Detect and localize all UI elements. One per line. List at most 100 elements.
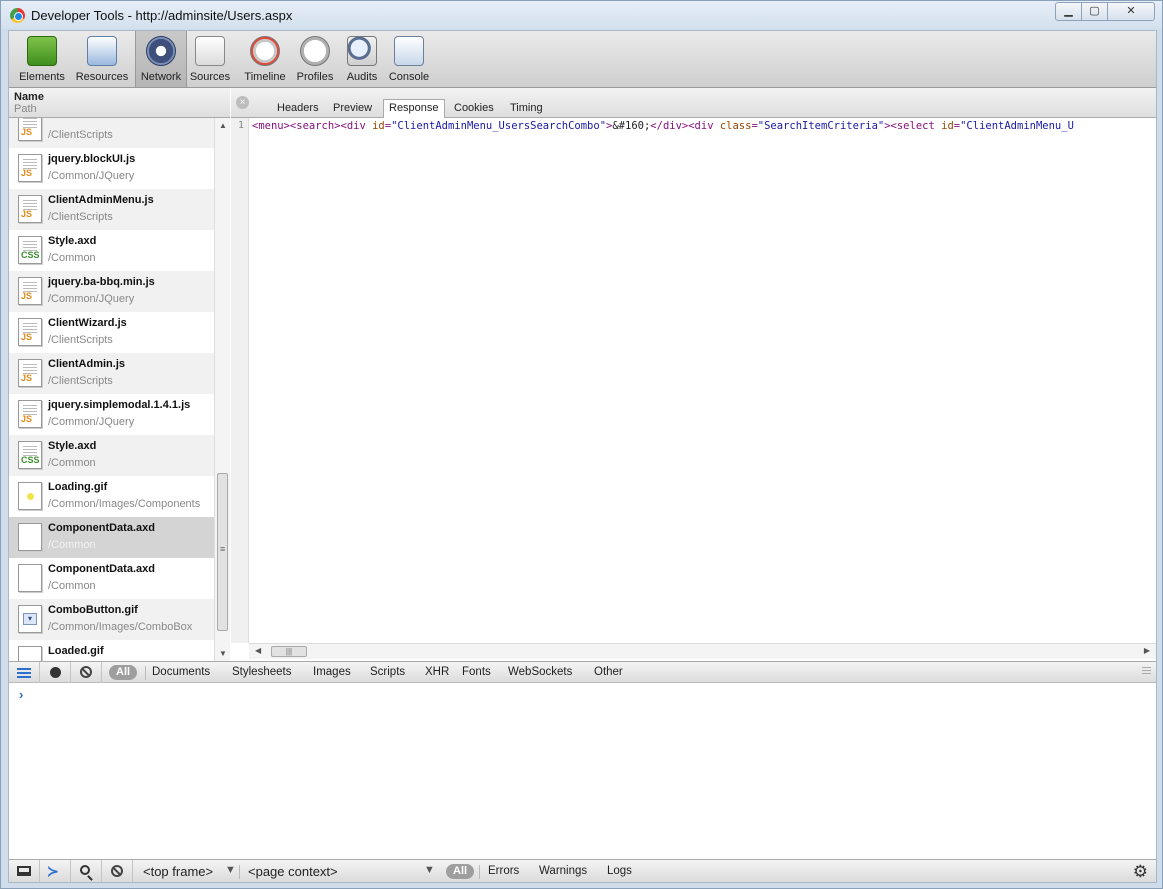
line-number: 1 <box>237 120 244 131</box>
toolbar-label: Timeline <box>244 71 286 83</box>
resize-grip-icon[interactable] <box>1142 667 1151 675</box>
response-token: ><select <box>884 120 942 132</box>
js-file-icon: JS <box>18 154 42 182</box>
level-logs[interactable]: Logs <box>607 865 632 877</box>
frame-select[interactable]: <top frame> <box>143 863 213 881</box>
context-dropdown-icon[interactable]: ▼ <box>424 864 435 876</box>
request-name: jquery.simplemodal.1.4.1.js <box>48 399 191 411</box>
scroll-down-arrow-icon[interactable]: ▼ <box>219 649 227 658</box>
request-row[interactable]: Loaded.gif/Common/Images/Components <box>9 640 214 661</box>
tab-cookies[interactable]: Cookies <box>449 100 499 118</box>
clear-console-button[interactable] <box>102 860 133 882</box>
name-column-header[interactable]: Name <box>14 91 44 103</box>
filter-documents[interactable]: Documents <box>152 666 210 678</box>
frame-dropdown-icon[interactable]: ▼ <box>225 864 236 876</box>
request-path: /Common/Images/Components <box>48 498 201 510</box>
toolbar-label: Console <box>388 71 430 83</box>
request-path: /ClientScripts <box>48 334 113 346</box>
response-token: "SearchItemCriteria" <box>757 120 885 132</box>
show-console-button[interactable]: ≻ <box>40 860 71 882</box>
gif-file-icon <box>18 482 42 510</box>
request-row[interactable]: ComponentData.axd/Common <box>9 517 214 558</box>
hscroll-thumb[interactable]: ||| <box>271 646 307 657</box>
filter-fonts[interactable]: Fonts <box>462 666 491 678</box>
filter-all-pill[interactable]: All <box>109 665 138 680</box>
level-errors[interactable]: Errors <box>488 865 519 877</box>
request-name: Loading.gif <box>48 481 108 493</box>
request-row[interactable]: CSS Style.axd/Common <box>9 230 214 271</box>
request-path: /ClientScripts <box>48 129 113 141</box>
toolbar-profiles-button[interactable]: Profiles <box>292 31 338 87</box>
tab-headers[interactable]: Headers <box>272 100 324 118</box>
response-token: </div><div <box>650 120 720 132</box>
console-drawer[interactable]: › <box>9 683 1156 859</box>
inspect-button[interactable] <box>71 860 102 882</box>
toolbar-label: Elements <box>19 71 65 83</box>
tab-preview[interactable]: Preview <box>328 100 377 118</box>
record-button[interactable] <box>40 662 71 683</box>
request-row[interactable]: JS jquery.blockUI.js/Common/JQuery <box>9 148 214 189</box>
request-name: Loaded.gif <box>48 645 104 657</box>
request-path: /Common <box>48 539 96 551</box>
request-row[interactable]: CSS Style.axd/Common <box>9 435 214 476</box>
level-warnings[interactable]: Warnings <box>539 865 587 877</box>
network-icon <box>146 36 176 66</box>
toolbar-sources-button[interactable]: Sources <box>186 31 234 87</box>
request-name: ComponentData.axd <box>48 522 155 534</box>
toolbar-label: Sources <box>189 71 231 83</box>
request-row[interactable]: ComponentData.axd/Common <box>9 558 214 599</box>
list-scrollbar[interactable]: ▲ ▼ <box>214 118 230 661</box>
dock-button[interactable] <box>9 860 40 882</box>
magnifier-icon <box>80 865 90 875</box>
request-path: /Common <box>48 580 96 592</box>
toolbar-audits-button[interactable]: Audits <box>341 31 383 87</box>
clear-button[interactable] <box>71 662 102 683</box>
scroll-up-arrow-icon[interactable]: ▲ <box>219 121 227 130</box>
request-row[interactable]: JS/ClientScripts <box>9 118 214 148</box>
filter-other[interactable]: Other <box>594 666 623 678</box>
context-select[interactable]: <page context> <box>248 863 338 881</box>
request-row[interactable]: JS ClientAdmin.js/ClientScripts <box>9 353 214 394</box>
response-source[interactable]: <menu><search><div id="ClientAdminMenu_U… <box>252 120 1152 132</box>
filter-xhr[interactable]: XHR <box>425 666 449 678</box>
request-row[interactable]: JS jquery.simplemodal.1.4.1.js/Common/JQu… <box>9 394 214 435</box>
request-row[interactable]: Loading.gif/Common/Images/Components <box>9 476 214 517</box>
request-name: jquery.ba-bbq.min.js <box>48 276 155 288</box>
scroll-left-arrow-icon[interactable]: ◀ <box>255 646 261 655</box>
filter-stylesheets[interactable]: Stylesheets <box>232 666 291 678</box>
filter-images[interactable]: Images <box>313 666 351 678</box>
filter-scripts[interactable]: Scripts <box>370 666 405 678</box>
settings-gear-icon[interactable]: ⚙ <box>1133 863 1148 880</box>
console-all-pill[interactable]: All <box>446 864 475 879</box>
path-column-header[interactable]: Path <box>14 103 37 115</box>
request-row[interactable]: ▾ ComboButton.gif/Common/Images/ComboBox <box>9 599 214 640</box>
request-name: jquery.blockUI.js <box>48 153 136 165</box>
response-hscrollbar[interactable]: ◀ ||| ▶ <box>249 643 1156 659</box>
request-row[interactable]: JS ClientWizard.js/ClientScripts <box>9 312 214 353</box>
js-file-icon: JS <box>18 400 42 428</box>
clear-icon <box>80 666 92 678</box>
scroll-right-arrow-icon[interactable]: ▶ <box>1144 646 1150 655</box>
record-icon <box>50 667 61 678</box>
list-header[interactable]: Name Path <box>9 88 230 118</box>
scroll-thumb[interactable] <box>217 473 228 631</box>
close-detail-icon[interactable]: × <box>236 96 249 109</box>
toolbar-network-button[interactable]: Network <box>135 31 187 87</box>
request-path: /Common <box>48 252 96 264</box>
large-rows-button[interactable] <box>9 662 40 683</box>
response-token: id <box>372 120 385 132</box>
minimize-button[interactable]: ▁ <box>1055 2 1082 21</box>
title-bar: Developer Tools - http://adminsite/Users… <box>1 1 1162 29</box>
request-row[interactable]: JS jquery.ba-bbq.min.js/Common/JQuery <box>9 271 214 312</box>
tab-timing[interactable]: Timing <box>505 100 548 118</box>
tab-response[interactable]: Response <box>383 99 445 119</box>
toolbar-elements-button[interactable]: Elements <box>15 31 69 87</box>
toolbar-console-button[interactable]: Console <box>384 31 434 87</box>
profiles-icon <box>300 36 330 66</box>
toolbar-resources-button[interactable]: Resources <box>72 31 132 87</box>
request-row[interactable]: JS ClientAdminMenu.js/ClientScripts <box>9 189 214 230</box>
toolbar-timeline-button[interactable]: Timeline <box>238 31 292 87</box>
filter-websockets[interactable]: WebSockets <box>508 666 572 678</box>
maximize-button[interactable]: ▢ <box>1081 2 1108 21</box>
close-button[interactable]: ✕ <box>1107 2 1155 21</box>
